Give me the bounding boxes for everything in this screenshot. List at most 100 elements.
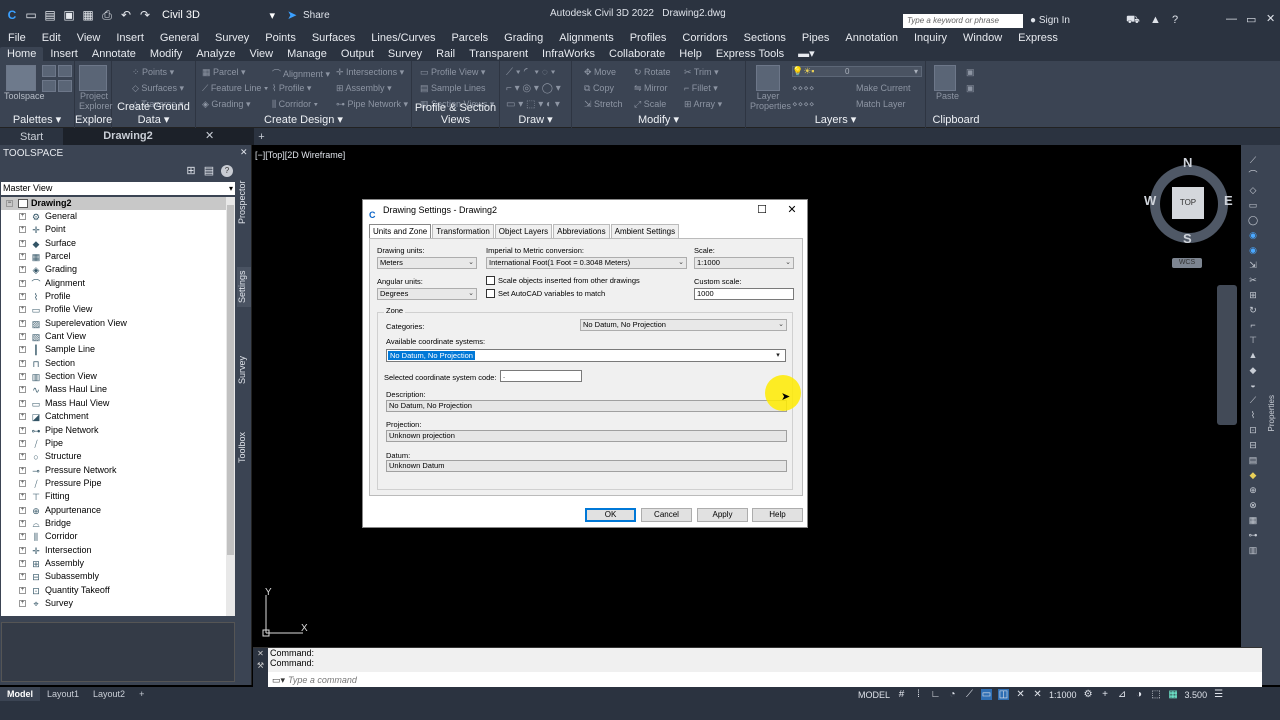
tab-ambient-settings[interactable]: Ambient Settings	[610, 224, 680, 239]
feature-line-button[interactable]: ⟋ Feature Line ▾	[202, 83, 268, 94]
wcs-menu[interactable]: WCS	[1172, 258, 1202, 268]
tab-object-layers[interactable]: Object Layers	[494, 224, 553, 239]
tree-item[interactable]: + ⊕ Appurtenance	[1, 504, 234, 517]
scale-select[interactable]: 1:1000 ⌄	[694, 257, 794, 269]
minimize-icon[interactable]: —	[1226, 13, 1237, 25]
tab-transformation[interactable]: Transformation	[432, 224, 494, 239]
tab-analyze[interactable]: Analyze	[189, 47, 242, 61]
menu-annotation[interactable]: Annotation	[837, 32, 906, 44]
panel-title-ground[interactable]: Create Ground Data ▾	[112, 101, 195, 126]
clean-screen-icon[interactable]: ▦	[1168, 689, 1179, 700]
panel-title-draw[interactable]: Draw ▾	[500, 113, 571, 126]
otrack-icon[interactable]: ◫	[998, 689, 1010, 700]
navigation-bar[interactable]	[1217, 285, 1237, 425]
doc-tab-start[interactable]: Start	[0, 131, 63, 143]
draw-tools-row-3[interactable]: ▭ ▾ ⬚ ▾ ◐ ▾	[506, 99, 560, 110]
set-autocad-vars-checkbox[interactable]	[486, 289, 495, 298]
layer-tools-row-1[interactable]: ⋄⋄⋄⋄	[792, 83, 815, 94]
tool-icon[interactable]: ⊟	[1247, 440, 1259, 450]
command-line-grip[interactable]: ✕ ⚒	[253, 648, 268, 688]
cut-clip-icon[interactable]: ▣	[966, 83, 975, 94]
tab-rail[interactable]: Rail	[429, 47, 462, 61]
coordinate-system-select[interactable]: No Datum, No Projection ▾	[386, 349, 786, 362]
workspace-gear-icon[interactable]: ⚙	[1083, 689, 1094, 700]
drawing-units-select[interactable]: Meters ⌄	[377, 257, 477, 269]
share-icon[interactable]: ➤	[284, 7, 300, 23]
new-icon[interactable]: ▭	[23, 7, 39, 23]
tab-survey[interactable]: Survey	[381, 47, 429, 61]
sample-lines-button[interactable]: ▤ Sample Lines	[420, 83, 486, 94]
tab-express-tools[interactable]: Express Tools	[709, 47, 791, 61]
tree-item[interactable]: + ▭ Mass Haul View	[1, 397, 234, 410]
tab-abbreviations[interactable]: Abbreviations	[553, 224, 610, 239]
categories-select[interactable]: No Datum, No Projection ⌄	[580, 319, 787, 331]
tool-icon[interactable]: ⟋	[1247, 395, 1259, 405]
ribbon-options-icon[interactable]: ▬▾	[791, 46, 822, 61]
compass-south[interactable]: S	[1183, 231, 1192, 246]
menu-sections[interactable]: Sections	[736, 32, 794, 44]
paste-button[interactable]: Paste	[936, 91, 959, 101]
tool-icon[interactable]: ⊞	[1247, 290, 1259, 300]
fillet-button[interactable]: ⌐ Fillet ▾	[684, 83, 718, 94]
tree-item[interactable]: + ⌖ Survey	[1, 597, 234, 610]
tree-item[interactable]: + ⊓ Section	[1, 357, 234, 370]
intersections-button[interactable]: ✛ Intersections ▾	[336, 67, 404, 78]
sign-in[interactable]: ● Sign In	[1030, 15, 1070, 26]
toolspace-help-icon[interactable]: ?	[221, 165, 233, 177]
tree-root-drawing[interactable]: − Drawing2	[1, 197, 234, 210]
osnap-icon[interactable]: ▭	[981, 689, 993, 700]
grid-icon[interactable]: #	[896, 689, 907, 700]
tab-transparent[interactable]: Transparent	[462, 47, 535, 61]
app-logo-icon[interactable]: C	[4, 7, 20, 23]
tool-icon[interactable]: ↻	[1247, 305, 1259, 315]
toolspace-button[interactable]: Toolspace	[4, 91, 45, 101]
help-button[interactable]: Help	[752, 508, 803, 522]
tool-icon[interactable]: ▥	[1247, 545, 1259, 555]
tool-icon[interactable]: ⊶	[1247, 530, 1259, 540]
tree-item[interactable]: + ⌒ Alignment	[1, 277, 234, 290]
tree-item[interactable]: + ▭ Profile View	[1, 303, 234, 316]
exchange-icon[interactable]: ▲	[1150, 14, 1161, 26]
annotation-scale[interactable]: 1:1000	[1049, 690, 1077, 700]
menu-insert[interactable]: Insert	[108, 32, 152, 44]
snap-icon[interactable]: ⁞	[913, 689, 924, 700]
parcel-button[interactable]: ▦ Parcel ▾	[202, 67, 246, 78]
redo-icon[interactable]: ↷	[137, 7, 153, 23]
rotate-button[interactable]: ↻ Rotate	[634, 67, 671, 78]
viewcube-top-face[interactable]: TOP	[1172, 187, 1204, 219]
stretch-button[interactable]: ⇲ Stretch	[584, 99, 623, 110]
copy-button[interactable]: ⧉ Copy	[584, 83, 614, 94]
annotation-monitor-icon[interactable]: +	[1100, 689, 1111, 700]
undo-icon[interactable]: ↶	[118, 7, 134, 23]
profile-view-button[interactable]: ▭ Profile View ▾	[420, 67, 485, 78]
layout-tab-layout2[interactable]: Layout2	[86, 687, 132, 701]
tree-item[interactable]: + ▨ Superelevation View	[1, 317, 234, 330]
panel-title-modify[interactable]: Modify ▾	[572, 113, 745, 126]
menu-corridors[interactable]: Corridors	[674, 32, 735, 44]
tree-item[interactable]: + ⊞ Assembly	[1, 557, 234, 570]
menu-edit[interactable]: Edit	[34, 32, 69, 44]
tab-view[interactable]: View	[242, 47, 280, 61]
menu-survey[interactable]: Survey	[207, 32, 257, 44]
palette-icon-2[interactable]	[58, 65, 72, 77]
assembly-button[interactable]: ⊞ Assembly ▾	[336, 83, 392, 94]
tree-item[interactable]: + ▥ Section View	[1, 370, 234, 383]
isodraft-icon[interactable]: ⟋	[964, 689, 975, 700]
menu-profiles[interactable]: Profiles	[622, 32, 675, 44]
compass-west[interactable]: W	[1144, 193, 1156, 208]
tree-item[interactable]: + ◪ Catchment	[1, 410, 234, 423]
tab-help[interactable]: Help	[672, 47, 709, 61]
dialog-title-bar[interactable]: C Drawing Settings - Drawing2 ☐ ✕	[363, 200, 807, 220]
tab-manage[interactable]: Manage	[280, 47, 334, 61]
tree-item[interactable]: + ∿ Mass Haul Line	[1, 383, 234, 396]
paste-icon[interactable]	[934, 65, 956, 91]
tree-item[interactable]: + ⧸ Pipe	[1, 437, 234, 450]
toolspace-close-icon[interactable]: ✕	[240, 147, 248, 158]
menu-express[interactable]: Express	[1010, 32, 1066, 44]
tree-scrollbar[interactable]	[226, 197, 235, 616]
workspace-dropdown[interactable]: Civil 3D ▾	[156, 8, 281, 22]
tool-icon[interactable]: ⌒	[1247, 170, 1259, 180]
menu-window[interactable]: Window	[955, 32, 1010, 44]
tree-item[interactable]: + ✛ Point	[1, 223, 234, 236]
tool-icon[interactable]: ⇲	[1247, 260, 1259, 270]
